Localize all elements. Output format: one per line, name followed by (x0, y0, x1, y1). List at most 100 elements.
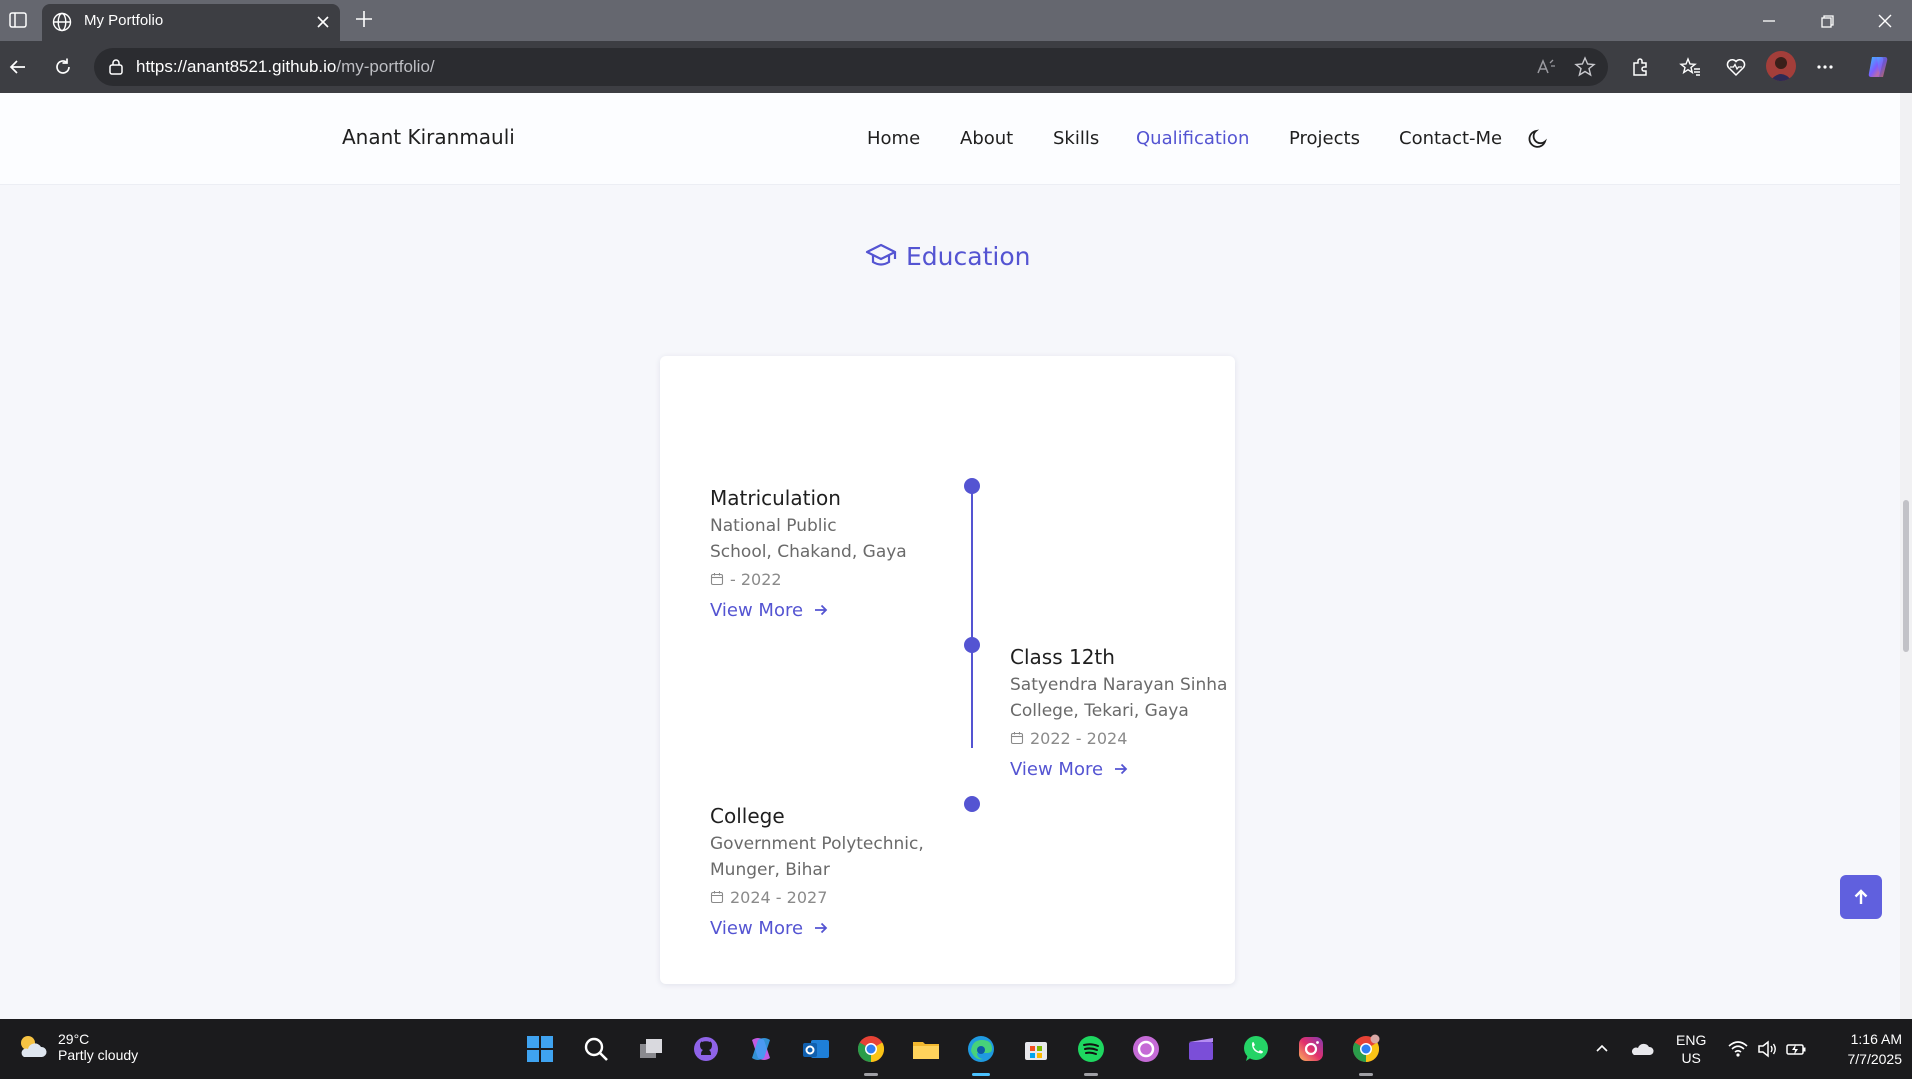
copilot-icon[interactable] (1862, 51, 1894, 83)
education-name: College (710, 804, 785, 828)
education-heading: Education (864, 241, 1030, 271)
nav-skills[interactable]: Skills (1053, 128, 1099, 149)
system-clock[interactable]: 1:16 AM 7/7/2025 (1828, 1029, 1903, 1069)
taskbar: 29°C Partly cloudy ENG US 1:16 AM 7/7/20… (0, 1019, 1912, 1079)
volume-icon[interactable] (1751, 1033, 1783, 1065)
extensions-icon[interactable] (1624, 51, 1656, 83)
scrollbar-thumb[interactable] (1903, 500, 1909, 652)
refresh-icon[interactable] (47, 51, 79, 83)
partly-cloudy-icon (21, 1036, 47, 1057)
calendar-icon (710, 891, 724, 904)
timeline-dot (964, 796, 980, 812)
education-date: - 2022 (710, 566, 907, 592)
more-options-icon[interactable] (1809, 51, 1841, 83)
view-more-label: View More (1010, 758, 1104, 780)
whatsapp-icon[interactable] (1240, 1033, 1272, 1065)
new-tab-icon[interactable] (352, 7, 376, 31)
clock-time: 1:16 AM (1850, 1031, 1902, 1047)
scroll-to-top-button[interactable] (1840, 875, 1882, 919)
microsoft-store-icon[interactable] (1020, 1033, 1052, 1065)
browser-tab-bar: My Portfolio (0, 0, 1912, 41)
site-header: Anant Kiranmauli Home About Skills Quali… (0, 93, 1900, 185)
institution-line: College, Tekari, Gaya (1010, 701, 1189, 721)
graduation-cap-icon (865, 243, 897, 266)
browser-tab[interactable]: My Portfolio (42, 4, 340, 41)
nav-about[interactable]: About (960, 128, 1013, 149)
clipchamp-icon[interactable] (1185, 1033, 1217, 1065)
site-info-icon[interactable] (106, 57, 126, 77)
read-aloud-icon[interactable] (1534, 55, 1558, 79)
wifi-icon[interactable] (1722, 1033, 1754, 1065)
favorites-icon[interactable] (1674, 51, 1706, 83)
running-indicator (1359, 1073, 1373, 1076)
nav-home[interactable]: Home (867, 128, 920, 149)
date-text: 2022 - 2024 (1030, 728, 1128, 748)
timeline-dot (964, 637, 980, 653)
nav-qualification[interactable]: Qualification (1136, 128, 1249, 149)
education-institution: Satyendra Narayan Sinha College, Tekari,… (1010, 672, 1227, 724)
timeline-line (971, 486, 973, 748)
weather-widget[interactable]: 29°C Partly cloudy (14, 1029, 138, 1065)
calendar-icon (1010, 732, 1024, 745)
screen-recorder-icon[interactable] (1130, 1033, 1162, 1065)
education-institution: National Public School, Chakand, Gaya (710, 513, 907, 565)
education-item-matriculation: Matriculation National Public School, Ch… (710, 484, 907, 624)
education-name: Matriculation (710, 486, 841, 510)
weather-condition: Partly cloudy (58, 1047, 139, 1063)
back-icon[interactable] (2, 51, 34, 83)
file-explorer-icon[interactable] (910, 1033, 942, 1065)
site-brand[interactable]: Anant Kiranmauli (342, 125, 515, 149)
clock-date: 7/7/2025 (1847, 1051, 1903, 1067)
calendar-icon (710, 573, 724, 586)
nav-contact-me[interactable]: Contact-Me (1399, 128, 1502, 149)
start-icon[interactable] (524, 1033, 556, 1065)
view-more-button[interactable]: View More (1010, 755, 1227, 783)
running-indicator (1084, 1073, 1098, 1076)
education-item-class-12th: Class 12th Satyendra Narayan Sinha Colle… (1010, 643, 1227, 783)
arrow-right-icon (815, 922, 828, 934)
education-item-college: College Government Polytechnic, Munger, … (710, 802, 924, 942)
restore-icon[interactable] (1814, 8, 1840, 34)
outlook-icon[interactable] (800, 1033, 832, 1065)
date-text: - 2022 (730, 569, 782, 589)
education-card: Matriculation National Public School, Ch… (660, 356, 1235, 984)
onedrive-icon[interactable] (1626, 1033, 1658, 1065)
education-date: 2022 - 2024 (1010, 725, 1227, 751)
browser-toolbar: https://anant8521.github.io/my-portfolio… (0, 41, 1912, 93)
task-view-icon[interactable] (635, 1033, 667, 1065)
language-code: ENG (1676, 1032, 1707, 1048)
battery-charging-icon[interactable] (1780, 1033, 1812, 1065)
address-bar[interactable]: https://anant8521.github.io/my-portfolio… (94, 48, 1608, 86)
instagram-icon[interactable] (1295, 1033, 1327, 1065)
tab-close-icon[interactable] (313, 12, 333, 32)
region-code: US (1681, 1050, 1701, 1066)
github-icon[interactable] (690, 1033, 722, 1065)
language-indicator[interactable]: ENG US (1676, 1031, 1706, 1067)
add-favorite-icon[interactable] (1573, 55, 1597, 79)
arrow-right-icon (815, 604, 828, 616)
view-more-button[interactable]: View More (710, 596, 907, 624)
chrome-profile-icon[interactable] (1350, 1033, 1382, 1065)
edge-icon[interactable] (965, 1033, 997, 1065)
search-icon[interactable] (580, 1033, 612, 1065)
close-window-icon[interactable] (1872, 8, 1898, 34)
spotify-icon[interactable] (1075, 1033, 1107, 1065)
browser-essentials-icon[interactable] (1720, 51, 1752, 83)
profile-avatar[interactable] (1766, 51, 1796, 81)
url-text: https://anant8521.github.io/my-portfolio… (136, 57, 435, 77)
nav-projects[interactable]: Projects (1289, 128, 1360, 149)
view-more-button[interactable]: View More (710, 914, 924, 942)
minimize-icon[interactable] (1756, 8, 1782, 34)
tab-actions-icon[interactable] (6, 8, 30, 32)
institution-line: National Public (710, 516, 837, 536)
show-hidden-icons-icon[interactable] (1586, 1033, 1618, 1065)
page-scrollbar[interactable] (1900, 93, 1912, 1019)
web-page: Anant Kiranmauli Home About Skills Quali… (0, 93, 1900, 1019)
microsoft-365-icon[interactable] (745, 1033, 777, 1065)
tab-title: My Portfolio (84, 12, 164, 29)
view-more-label: View More (710, 917, 804, 939)
institution-line: Munger, Bihar (710, 860, 830, 880)
running-indicator (864, 1073, 878, 1076)
chrome-icon[interactable] (855, 1033, 887, 1065)
dark-mode-toggle-icon[interactable] (1526, 127, 1550, 151)
